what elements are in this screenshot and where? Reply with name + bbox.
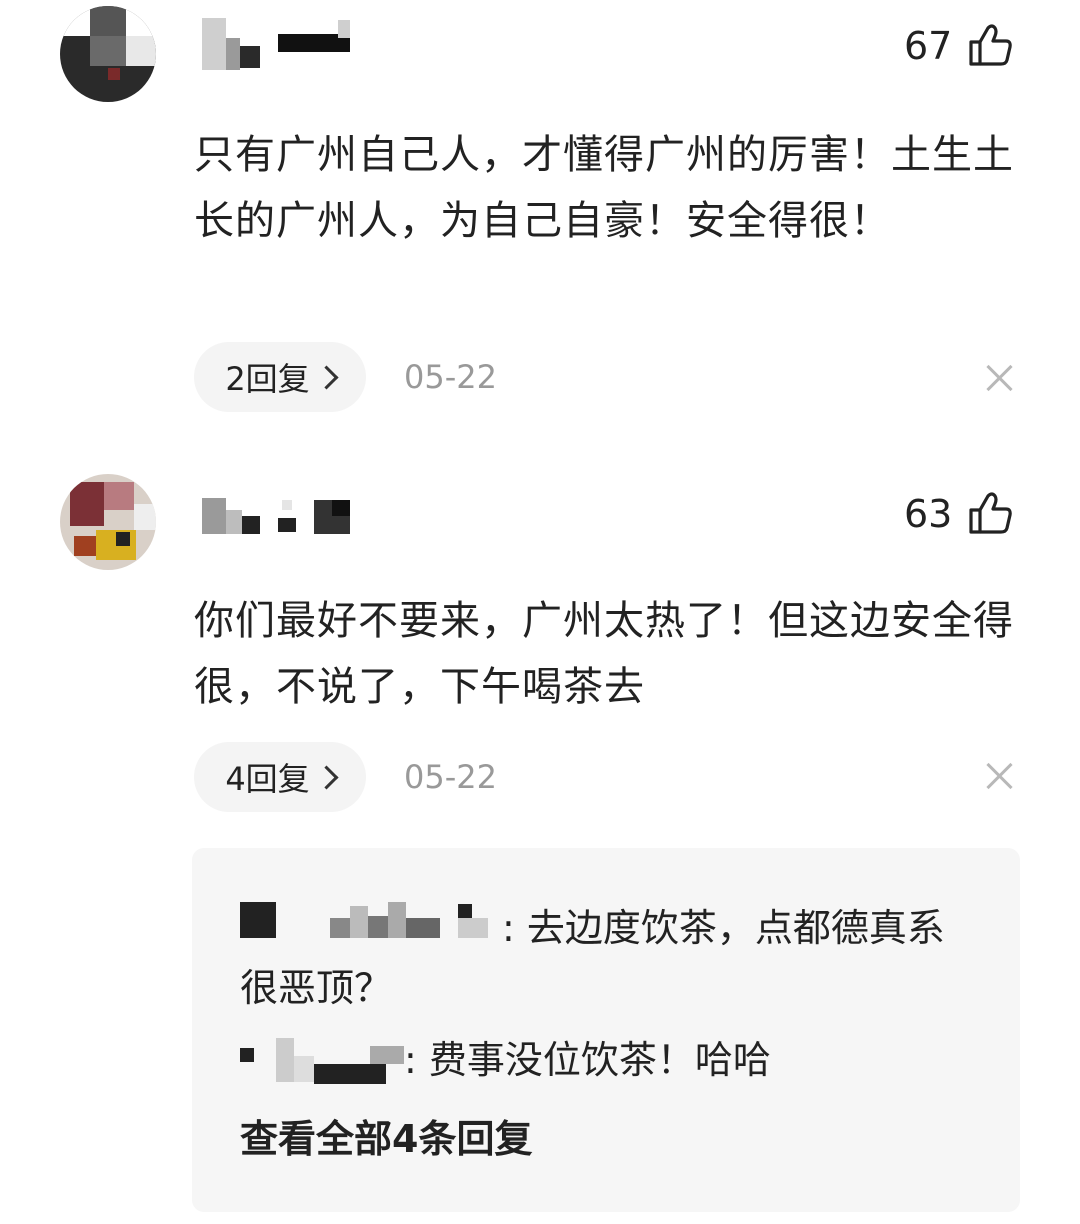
chevron-right-icon bbox=[314, 364, 339, 390]
comment-date: 05-22 bbox=[404, 358, 497, 396]
reply-count-button[interactable]: 2回复 bbox=[194, 342, 366, 412]
comment-text: 只有广州自己人，才懂得广州的厉害！土生土长的广州人，为自己自豪！安全得很！ bbox=[194, 132, 1014, 244]
close-icon[interactable] bbox=[986, 364, 1014, 392]
thumbs-up-icon[interactable] bbox=[968, 22, 1014, 68]
reply-count-label: 4回复 bbox=[225, 760, 310, 798]
avatar[interactable] bbox=[60, 474, 156, 570]
reply-count-label: 2回复 bbox=[225, 360, 310, 398]
reply-username-censored[interactable] bbox=[240, 1036, 410, 1086]
comment-text: 你们最好不要来，广州太热了！但这边安全得很，不说了，下午喝茶去 bbox=[194, 598, 1014, 710]
chevron-right-icon bbox=[314, 764, 339, 790]
comment-date: 05-22 bbox=[404, 758, 497, 796]
thumbs-up-icon[interactable] bbox=[968, 490, 1014, 536]
reply-text: : 费事没位饮茶！哈哈 bbox=[404, 1038, 771, 1082]
reply-count-button[interactable]: 4回复 bbox=[194, 742, 366, 812]
username-censored[interactable] bbox=[202, 18, 352, 74]
reply-text: : 去边度饮茶，点都德真系很恶顶？ bbox=[240, 906, 945, 1010]
like-count: 67 bbox=[904, 24, 953, 68]
close-icon[interactable] bbox=[986, 762, 1014, 790]
view-all-replies-link[interactable]: 查看全部4条回复 bbox=[240, 1108, 532, 1163]
username-censored[interactable] bbox=[202, 496, 352, 552]
avatar[interactable] bbox=[60, 6, 156, 102]
like-count: 63 bbox=[904, 492, 953, 536]
